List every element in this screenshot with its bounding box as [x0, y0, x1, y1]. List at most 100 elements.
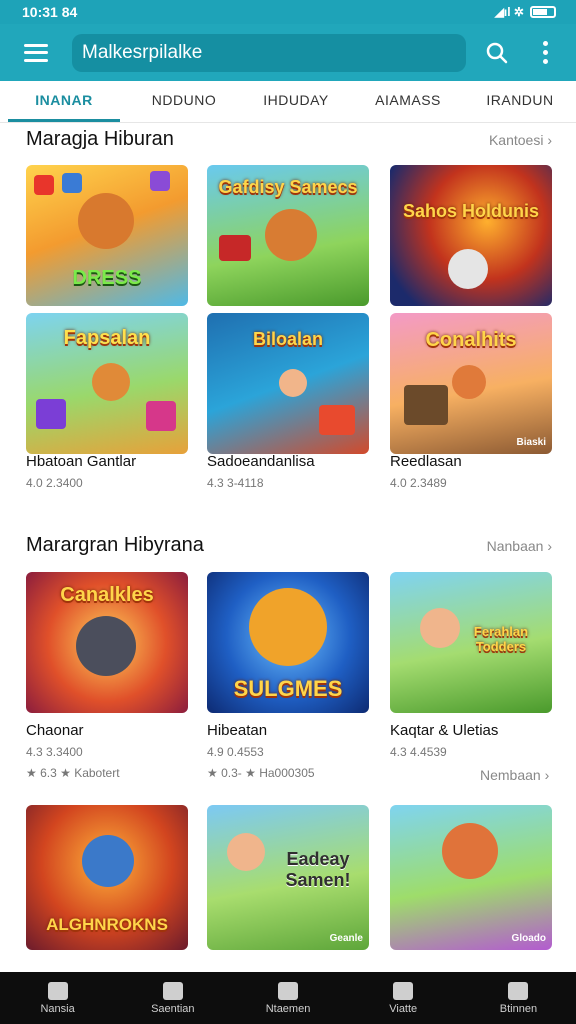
- game-card-4[interactable]: Fapsalan: [26, 313, 188, 454]
- game-card-8[interactable]: SULGMES: [207, 572, 369, 713]
- status-bar: 10:31 84 ◢ıl ✲: [0, 0, 576, 24]
- game-card-7[interactable]: Canalkles: [26, 572, 188, 713]
- card-meta: 4.3 4.4539: [390, 745, 447, 759]
- card-rating: ★ 6.3 ★ Kabotert: [26, 766, 120, 780]
- game-card-3[interactable]: Sahos Holdunis: [390, 165, 552, 306]
- battery-icon: [530, 6, 556, 18]
- hamburger-icon: [24, 43, 48, 62]
- tab-2[interactable]: IHDUDAY: [240, 81, 352, 122]
- nav-label: Viatte: [389, 1002, 418, 1015]
- card-rating: ★ 0.3- ★ Ha000305: [207, 766, 315, 780]
- card-art-title: DRESS: [72, 267, 142, 289]
- more-button[interactable]: [532, 38, 558, 68]
- bear-character: [265, 209, 317, 261]
- app-screen: 10:31 84 ◢ıl ✲ Malkesrpilalke INANAR NDD…: [0, 0, 576, 1024]
- card-art-title: Gafdisy Samecs: [218, 177, 358, 197]
- nav-label: Nansia: [40, 1002, 75, 1015]
- section-2-header: Marargran Hibyrana Nanbaan ›: [26, 534, 552, 557]
- app-bar: Malkesrpilalke: [0, 24, 576, 81]
- category-tabs: INANAR NDDUNO IHDUDAY AIAMASS IRANDUN: [0, 81, 576, 123]
- runner-character: [448, 249, 488, 289]
- tile-icon: [34, 175, 54, 195]
- nav-item-bag[interactable]: Ntaemen: [230, 972, 345, 1024]
- card-meta: 4.3 3-4118: [207, 476, 264, 490]
- nav-item-library[interactable]: Viatte: [346, 972, 461, 1024]
- card-meta: 4.0 2.3400: [26, 476, 83, 490]
- game-card-11[interactable]: Eadeay Samen! Geanle: [207, 805, 369, 950]
- card-meta: 4.3 3.3400: [26, 745, 83, 759]
- tile-icon: [404, 385, 448, 425]
- card-title: Reedlasan: [390, 453, 462, 470]
- library-icon: [393, 981, 414, 1000]
- card-title: Hibeatan: [207, 722, 268, 739]
- tab-4[interactable]: IRANDUN: [464, 81, 576, 122]
- game-card-1[interactable]: DRESS: [26, 165, 188, 306]
- tile-icon: [150, 171, 170, 191]
- tile-icon: [146, 401, 176, 431]
- card-badge: Geanle: [329, 933, 363, 944]
- card-art-title: ALGHNROKNS: [46, 915, 168, 934]
- search-icon: [486, 42, 508, 63]
- card-badge: Biaski: [516, 437, 546, 448]
- bear-character: [92, 363, 130, 401]
- card-art-title: Sahos Holdunis: [402, 201, 539, 221]
- game-card-6[interactable]: Conalhits Biaski: [390, 313, 552, 454]
- card-art-title: Canalkles: [60, 584, 154, 606]
- game-card-12[interactable]: Gloado: [390, 805, 552, 950]
- card-meta: 4.0 2.3489: [390, 476, 447, 490]
- card-art-title: SULGMES: [233, 676, 343, 701]
- section-1-see-all[interactable]: Kantoesi ›: [489, 132, 552, 148]
- card-badge: Gloado: [511, 933, 546, 944]
- tile-icon: [62, 173, 82, 193]
- runner-character: [279, 369, 307, 397]
- bear-character: [78, 193, 134, 249]
- profile-icon: [508, 981, 529, 1000]
- nav-label: Saentian: [151, 1002, 195, 1015]
- runner-character: [82, 835, 134, 887]
- card-art-title: Conalhits: [425, 329, 517, 351]
- section-1-title: Maragja Hiburan: [26, 128, 174, 150]
- status-time: 10:31 84: [22, 4, 78, 20]
- search-button[interactable]: [484, 38, 510, 68]
- home-icon: [47, 981, 68, 1000]
- card-art-title: Fapsalan: [63, 327, 151, 349]
- bear-character: [249, 588, 327, 666]
- card-title: Sadoeandanlisa: [207, 453, 315, 470]
- section-1-header: Maragja Hiburan Kantoesi ›: [26, 128, 552, 151]
- runner-character: [227, 833, 265, 871]
- kebab-icon: [542, 41, 548, 64]
- game-card-10[interactable]: ALGHNROKNS: [26, 805, 188, 950]
- section-2-see-more[interactable]: Nembaan ›: [480, 767, 549, 783]
- section-2-title: Marargran Hibyrana: [26, 534, 204, 556]
- tab-3[interactable]: AIAMASS: [352, 81, 464, 122]
- search-icon: [162, 981, 183, 1000]
- card-title: Hbatoan Gantlar: [26, 453, 137, 470]
- tab-0[interactable]: INANAR: [8, 81, 120, 122]
- tile-icon: [319, 405, 355, 435]
- bag-icon: [278, 981, 298, 1000]
- card-art-title: Eadeay Samen!: [285, 849, 351, 890]
- nav-item-home[interactable]: Nansia: [0, 972, 115, 1024]
- signal-icon: ◢ıl ✲: [494, 5, 524, 19]
- game-card-5[interactable]: Biloalan: [207, 313, 369, 454]
- tab-1[interactable]: NDDUNO: [128, 81, 240, 122]
- bear-character: [442, 823, 498, 879]
- card-title: Chaonar: [26, 722, 84, 739]
- tile-icon: [36, 399, 66, 429]
- bottom-navigation: Nansia Saentian Ntaemen Viatte Btinnen: [0, 972, 576, 1024]
- nav-label: Btinnen: [499, 1002, 538, 1015]
- search-input[interactable]: Malkesrpilalke: [72, 33, 466, 72]
- game-card-2[interactable]: Gafdisy Samecs: [207, 165, 369, 306]
- card-meta: 4.9 0.4553: [207, 745, 264, 759]
- nav-item-profile[interactable]: Btinnen: [461, 972, 576, 1024]
- section-2-see-all[interactable]: Nanbaan ›: [487, 538, 552, 554]
- nav-item-search[interactable]: Saentian: [115, 972, 230, 1024]
- card-art-title: Biloalan: [252, 329, 323, 349]
- card-art-title: Ferahlan Todders: [473, 624, 529, 654]
- menu-button[interactable]: [0, 24, 72, 81]
- runner-character: [452, 365, 486, 399]
- appbar-actions: [484, 38, 558, 68]
- game-card-9[interactable]: Ferahlan Todders: [390, 572, 552, 713]
- status-icons: ◢ıl ✲: [495, 5, 556, 19]
- bear-character: [76, 616, 136, 676]
